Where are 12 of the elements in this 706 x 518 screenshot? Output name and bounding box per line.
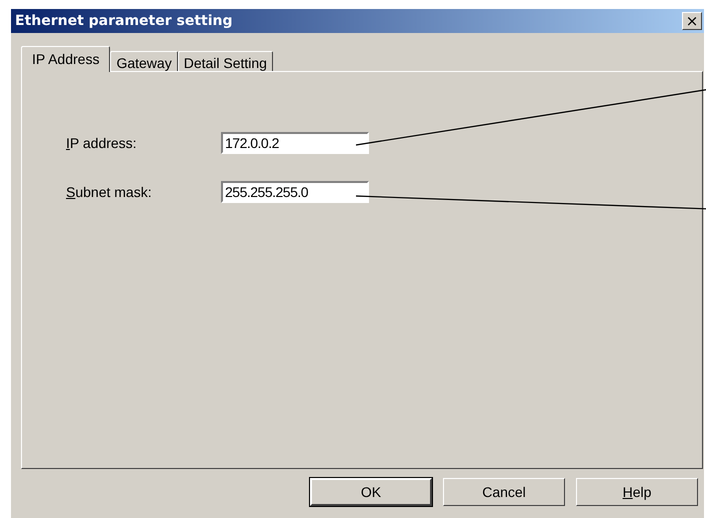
dialog-button[interactable]: Help <box>576 478 698 506</box>
dialog-button[interactable]: Cancel <box>443 478 565 506</box>
input-field[interactable]: 172.0.0.2 <box>221 132 369 154</box>
tab[interactable]: IP Address <box>21 46 110 72</box>
field-label: IP address: <box>66 135 138 151</box>
close-button[interactable]: × <box>682 12 702 30</box>
input-field[interactable]: 255.255.255.0 <box>221 181 369 203</box>
tab[interactable]: Gateway <box>110 51 178 71</box>
tab[interactable]: Detail Setting <box>178 51 273 71</box>
window-title: Ethernet parameter setting <box>15 13 233 29</box>
field-label: Subnet mask: <box>66 184 153 200</box>
dialog-button[interactable]: OK <box>310 478 432 506</box>
